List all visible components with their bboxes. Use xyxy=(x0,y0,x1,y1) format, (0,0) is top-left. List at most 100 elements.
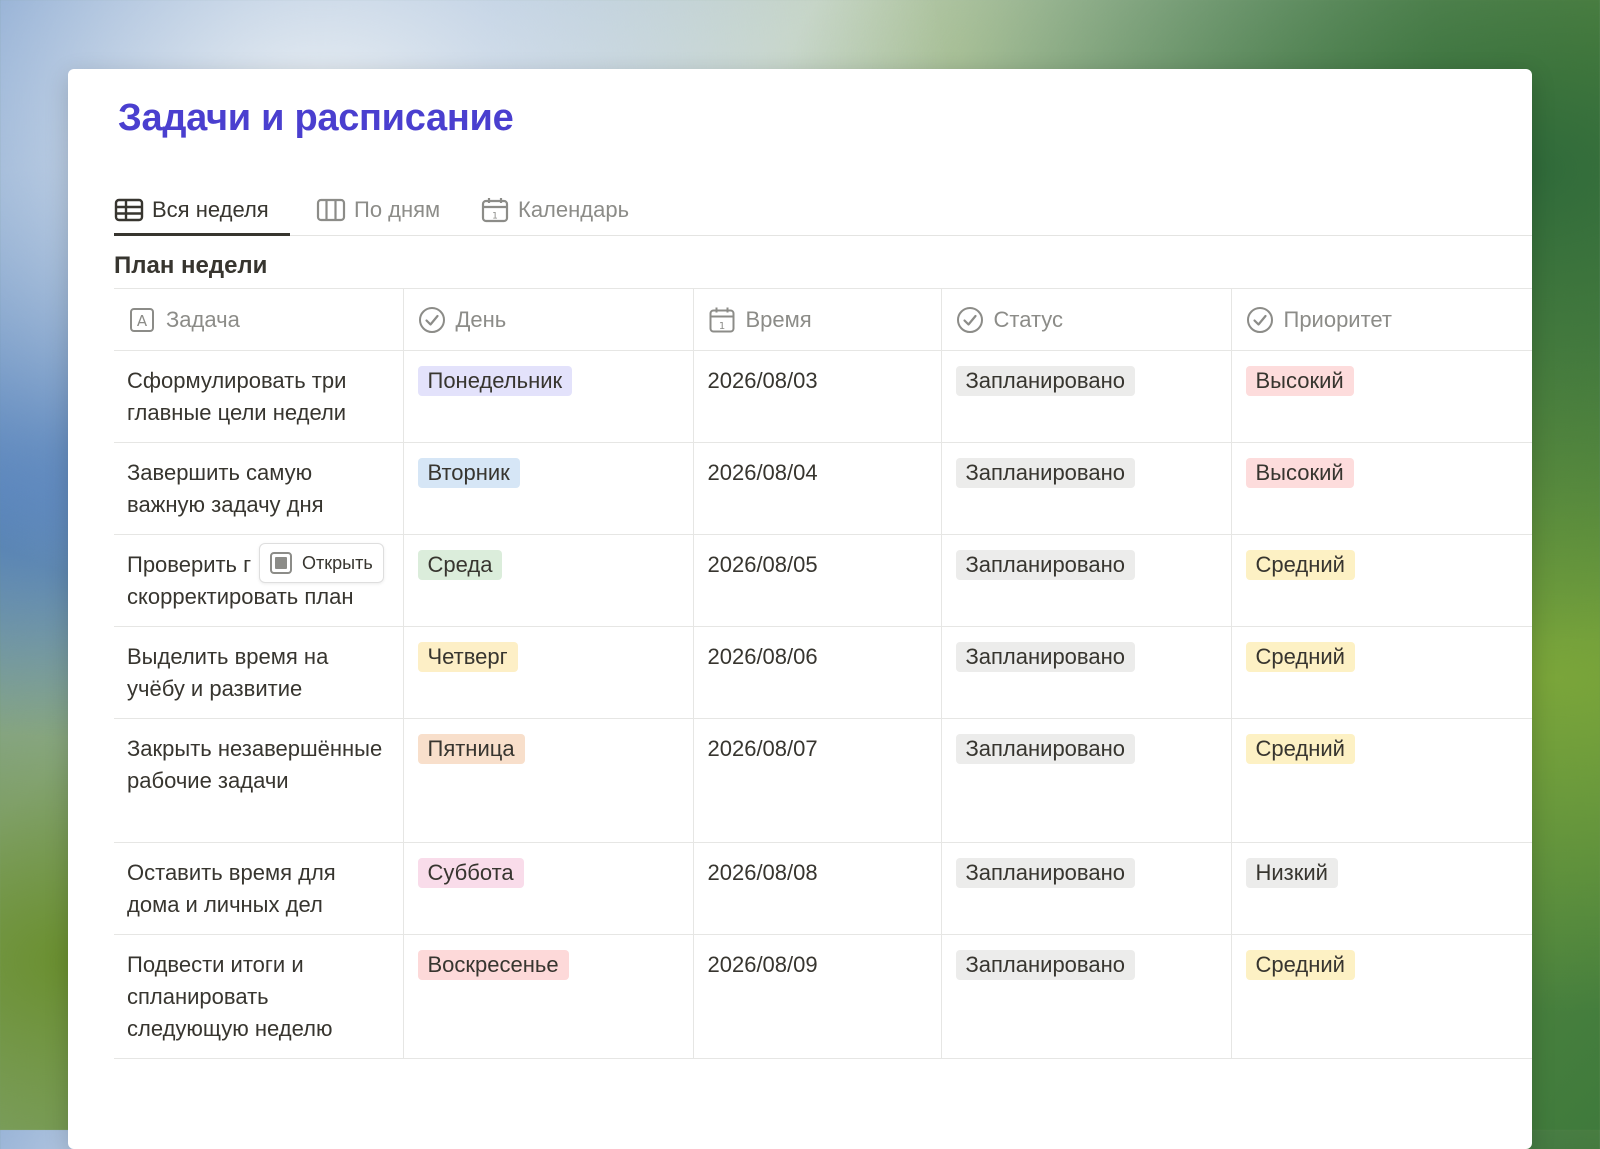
table-row[interactable]: Подвести итоги и спланировать следующую … xyxy=(114,934,1532,1059)
table-row[interactable]: Закрыть незавершённые рабочие задачи Пят… xyxy=(114,718,1532,843)
date-cell[interactable]: 2026/08/04 xyxy=(693,442,942,535)
priority-cell[interactable]: Высокий xyxy=(1231,350,1532,443)
tab-label: Календарь xyxy=(518,197,630,222)
open-page-button[interactable]: Открыть xyxy=(259,543,384,583)
task-cell[interactable]: Проверить г скорректировать план Открыть xyxy=(114,534,404,627)
page-card: Задачи и расписание Вся неделя По дням 1… xyxy=(68,69,1532,1149)
day-tag: Понедельник xyxy=(417,366,573,396)
tab-label: По дням xyxy=(354,197,441,222)
date-text: 2026/08/09 xyxy=(707,952,818,977)
table-row[interactable]: Сформулировать три главные цели недели П… xyxy=(114,350,1532,443)
priority-tag: Высокий xyxy=(1245,366,1354,396)
tasks-table: A Задача День 1 Время Статус Приоритет С… xyxy=(114,288,1532,1059)
column-header-priority[interactable]: Приоритет xyxy=(1231,288,1532,351)
day-cell[interactable]: Среда xyxy=(403,534,694,627)
priority-tag: Средний xyxy=(1245,550,1355,580)
task-text: Сформулировать три главные цели недели xyxy=(127,368,347,425)
column-header-day[interactable]: День xyxy=(403,288,694,351)
day-tag: Четверг xyxy=(417,642,518,672)
status-tag: Запланировано xyxy=(955,642,1135,672)
date-cell[interactable]: 2026/08/08 xyxy=(693,842,942,935)
date-icon: 1 xyxy=(708,306,736,334)
day-cell[interactable]: Суббота xyxy=(403,842,694,935)
task-cell[interactable]: Оставить время для дома и личных дел xyxy=(114,842,404,935)
task-cell[interactable]: Закрыть незавершённые рабочие задачи xyxy=(114,718,404,843)
date-text: 2026/08/06 xyxy=(707,644,818,669)
day-cell[interactable]: Четверг xyxy=(403,626,694,719)
tab-by-days[interactable]: По дням xyxy=(316,185,440,235)
status-tag: Запланировано xyxy=(955,550,1135,580)
day-cell[interactable]: Пятница xyxy=(403,718,694,843)
status-tag: Запланировано xyxy=(955,458,1135,488)
table-row[interactable]: Выделить время на учёбу и развитие Четве… xyxy=(114,626,1532,719)
select-icon xyxy=(956,306,984,334)
task-cell[interactable]: Завершить самую важную задачу дня xyxy=(114,442,404,535)
date-cell[interactable]: 2026/08/06 xyxy=(693,626,942,719)
day-cell[interactable]: Воскресенье xyxy=(403,934,694,1059)
status-cell[interactable]: Запланировано xyxy=(941,718,1232,843)
date-text: 2026/08/07 xyxy=(707,736,818,761)
date-cell[interactable]: 2026/08/09 xyxy=(693,934,942,1059)
date-cell[interactable]: 2026/08/07 xyxy=(693,718,942,843)
text-icon: A xyxy=(128,306,156,334)
priority-cell[interactable]: Средний xyxy=(1231,534,1532,627)
priority-cell[interactable]: Высокий xyxy=(1231,442,1532,535)
day-cell[interactable]: Понедельник xyxy=(403,350,694,443)
tab-label: Вся неделя xyxy=(152,197,269,222)
svg-text:1: 1 xyxy=(492,212,498,222)
column-header-status[interactable]: Статус xyxy=(941,288,1232,351)
tab-all-week[interactable]: Вся неделя xyxy=(114,185,290,236)
page-icon xyxy=(268,550,294,576)
svg-text:1: 1 xyxy=(718,321,724,332)
task-cell[interactable]: Выделить время на учёбу и развитие xyxy=(114,626,404,719)
status-cell[interactable]: Запланировано xyxy=(941,934,1232,1059)
day-tag: Пятница xyxy=(417,734,525,764)
svg-text:A: A xyxy=(137,312,148,330)
day-tag: Суббота xyxy=(417,858,524,888)
view-tabs: Вся неделя По дням 1 Календарь xyxy=(114,185,1532,236)
status-cell[interactable]: Запланировано xyxy=(941,350,1232,443)
date-cell[interactable]: 2026/08/05 xyxy=(693,534,942,627)
table-row[interactable]: Завершить самую важную задачу дня Вторни… xyxy=(114,442,1532,535)
task-text: Закрыть незавершённые рабочие задачи xyxy=(127,736,383,793)
priority-tag: Средний xyxy=(1245,734,1355,764)
date-cell[interactable]: 2026/08/03 xyxy=(693,350,942,443)
status-tag: Запланировано xyxy=(955,734,1135,764)
column-header-time[interactable]: 1 Время xyxy=(693,288,942,351)
table-row[interactable]: Проверить г скорректировать план Открыть… xyxy=(114,534,1532,627)
day-cell[interactable]: Вторник xyxy=(403,442,694,535)
tab-calendar[interactable]: 1 Календарь xyxy=(480,185,629,235)
section-title: План недели xyxy=(114,252,268,279)
select-icon xyxy=(418,306,446,334)
priority-cell[interactable]: Средний xyxy=(1231,626,1532,719)
priority-cell[interactable]: Средний xyxy=(1231,934,1532,1059)
status-tag: Запланировано xyxy=(955,366,1135,396)
select-icon xyxy=(1246,306,1274,334)
day-tag: Вторник xyxy=(417,458,520,488)
task-cell[interactable]: Сформулировать три главные цели недели xyxy=(114,350,404,443)
day-tag: Воскресенье xyxy=(417,950,569,980)
priority-tag: Средний xyxy=(1245,642,1355,672)
table-row[interactable]: Оставить время для дома и личных дел Суб… xyxy=(114,842,1532,935)
status-cell[interactable]: Запланировано xyxy=(941,442,1232,535)
status-cell[interactable]: Запланировано xyxy=(941,842,1232,935)
status-cell[interactable]: Запланировано xyxy=(941,626,1232,719)
status-cell[interactable]: Запланировано xyxy=(941,534,1232,627)
column-header-task[interactable]: A Задача xyxy=(114,288,404,351)
page-title: Задачи и расписание xyxy=(118,97,514,139)
task-text: Завершить самую важную задачу дня xyxy=(127,460,324,517)
task-cell[interactable]: Подвести итоги и спланировать следующую … xyxy=(114,934,404,1059)
priority-tag: Высокий xyxy=(1245,458,1354,488)
status-tag: Запланировано xyxy=(955,950,1135,980)
board-icon xyxy=(316,197,346,223)
task-text: Выделить время на учёбу и развитие xyxy=(127,644,329,701)
task-text: Оставить время для дома и личных дел xyxy=(127,860,336,917)
priority-cell[interactable]: Низкий xyxy=(1231,842,1532,935)
priority-tag: Низкий xyxy=(1245,858,1338,888)
task-text-line2: скорректировать план xyxy=(127,584,354,609)
date-text: 2026/08/04 xyxy=(707,460,818,485)
table-icon xyxy=(114,197,144,223)
status-tag: Запланировано xyxy=(955,858,1135,888)
priority-tag: Средний xyxy=(1245,950,1355,980)
priority-cell[interactable]: Средний xyxy=(1231,718,1532,843)
